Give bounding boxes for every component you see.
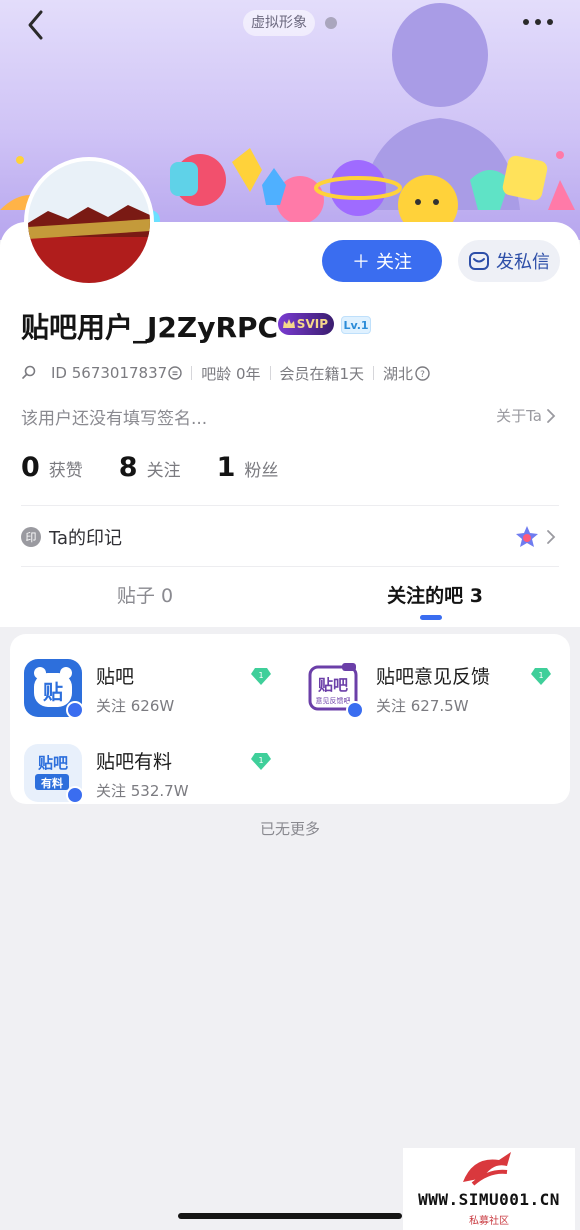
message-icon	[469, 252, 489, 270]
svg-text:1: 1	[258, 756, 263, 765]
bar-item-youliao[interactable]: 贴吧 有料 贴吧有料 关注 532.7W 1	[10, 731, 280, 804]
tab-posts[interactable]: 贴子 0	[0, 572, 290, 622]
back-arrow-icon[interactable]	[22, 8, 52, 42]
signature: 该用户还没有填写签名...	[21, 409, 208, 429]
svg-text:1: 1	[538, 671, 543, 680]
svip-badge[interactable]: SVIP	[278, 313, 334, 335]
verified-icon	[346, 701, 364, 719]
bar-follow-count: 关注 626W	[96, 697, 175, 715]
more-options-icon[interactable]	[520, 12, 556, 32]
stat-label: 关注	[146, 461, 181, 481]
stat-following[interactable]: 8 关注	[119, 452, 181, 483]
svg-text:意见反馈吧: 意见反馈吧	[316, 696, 351, 705]
about-link[interactable]: 关于Ta	[496, 405, 556, 426]
verified-icon	[66, 701, 84, 719]
meta-divider	[269, 366, 271, 380]
stat-number: 0	[21, 452, 40, 483]
mark-label: Ta的印记	[49, 528, 123, 549]
help-icon[interactable]: ?	[415, 365, 430, 381]
membership-duration: 会员在籍1天	[279, 364, 365, 383]
watermark: WWW.SIMU001.CN 私募社区	[403, 1148, 575, 1230]
chevron-right-icon	[547, 530, 556, 544]
bar-item-feedback[interactable]: 贴吧 意见反馈吧 贴吧意见反馈 关注 627.5W 1	[290, 646, 560, 719]
location: 湖北	[383, 364, 414, 383]
bar-name: 贴吧有料	[96, 751, 173, 773]
avatar-image	[28, 161, 150, 283]
copy-icon[interactable]	[168, 366, 182, 380]
bar-age: 吧龄 0年	[201, 364, 261, 383]
followed-bars-list: 贴 贴吧 关注 626W 1 贴吧 意见反馈吧 贴吧意见反馈 关注 627.5W…	[10, 634, 570, 804]
virtual-dot-icon	[325, 17, 337, 29]
stat-likes[interactable]: 0 获赞	[21, 452, 83, 483]
meta-divider	[373, 366, 375, 380]
bar-logo: 贴吧 意见反馈吧	[304, 659, 364, 719]
avatar[interactable]	[24, 157, 154, 287]
divider	[21, 505, 559, 506]
message-button[interactable]: 发私信	[458, 240, 560, 282]
bar-name: 贴吧意见反馈	[376, 666, 491, 688]
stat-label: 获赞	[48, 461, 83, 481]
gem-level-icon: 1	[251, 668, 271, 685]
divider	[21, 566, 559, 567]
verified-icon	[66, 786, 84, 804]
stat-number: 8	[118, 452, 138, 483]
star-badge-icon	[516, 526, 538, 547]
bar-follow-count: 关注 532.7W	[96, 782, 189, 800]
ta-mark-row[interactable]: 印 Ta的印记	[21, 522, 556, 552]
mark-icon: 印	[21, 527, 41, 547]
bar-logo: 贴吧 有料	[24, 744, 84, 804]
svg-text:?: ?	[420, 370, 425, 380]
tab-indicator	[420, 615, 442, 620]
follow-label: 关注	[376, 252, 412, 273]
svg-text:贴吧: 贴吧	[38, 754, 68, 772]
watermark-logo-icon	[463, 1152, 511, 1186]
profile-tabs: 贴子 0 关注的吧 3	[0, 572, 580, 622]
level-badge[interactable]: Lv.1	[341, 316, 371, 334]
virtual-avatar-pill[interactable]: 虚拟形象	[243, 10, 315, 36]
meta-divider	[191, 366, 193, 380]
follow-button[interactable]: ＋ 关注	[322, 240, 442, 282]
watermark-url: WWW.SIMU001.CN	[418, 1190, 560, 1209]
watermark-subtitle: 私募社区	[469, 1216, 509, 1227]
svg-text:贴吧: 贴吧	[318, 676, 348, 694]
bar-logo: 贴	[24, 659, 84, 719]
user-id: ID 5673017837	[51, 364, 168, 382]
username: 贴吧用户_J2ZyRPC	[21, 311, 279, 344]
gem-level-icon: 1	[251, 753, 271, 770]
no-more-text: 已无更多	[259, 820, 320, 838]
bar-follow-count: 关注 627.5W	[376, 697, 469, 715]
svip-label: SVIP	[296, 317, 328, 331]
about-label: 关于Ta	[496, 407, 542, 425]
profile-meta: ID 5673017837 吧龄 0年 会员在籍1天 湖北 ?	[21, 362, 430, 384]
crown-icon	[283, 319, 295, 328]
svg-text:1: 1	[258, 671, 263, 680]
logo-text: 贴	[43, 680, 63, 704]
bar-name: 贴吧	[96, 666, 135, 688]
stat-label: 粉丝	[244, 461, 279, 481]
profile-stats: 0 获赞 8 关注 1 粉丝	[21, 452, 314, 483]
bar-item-tieba[interactable]: 贴 贴吧 关注 626W 1	[10, 646, 280, 719]
home-indicator[interactable]	[178, 1213, 402, 1219]
plus-icon: ＋	[352, 252, 370, 273]
message-label: 发私信	[496, 252, 550, 273]
stat-fans[interactable]: 1 粉丝	[217, 452, 279, 483]
gem-level-icon: 1	[531, 668, 551, 685]
svg-text:有料: 有料	[41, 776, 63, 790]
chevron-right-icon	[547, 408, 556, 423]
stat-number: 1	[216, 452, 236, 483]
search-icon	[22, 365, 36, 379]
